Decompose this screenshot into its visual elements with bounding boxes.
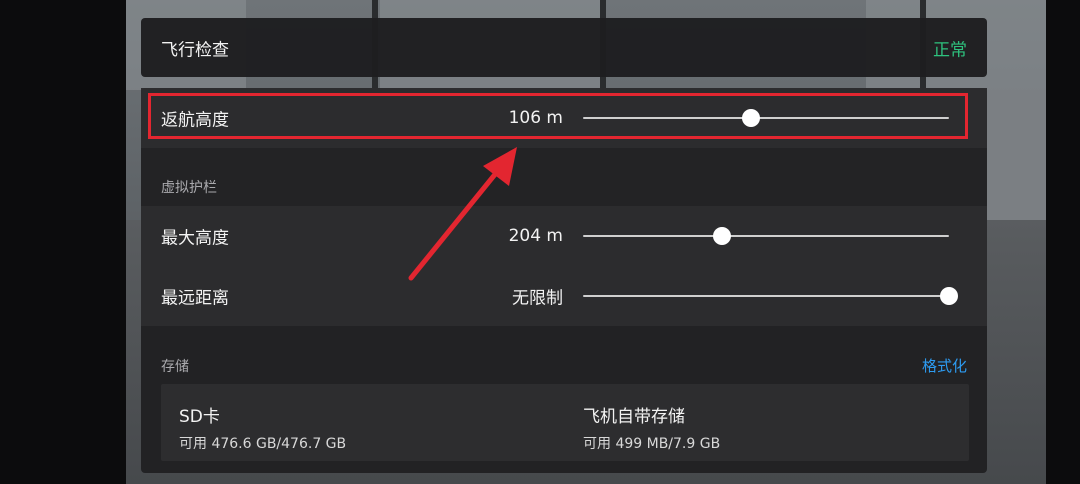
annotation-arrow-icon <box>408 147 517 281</box>
